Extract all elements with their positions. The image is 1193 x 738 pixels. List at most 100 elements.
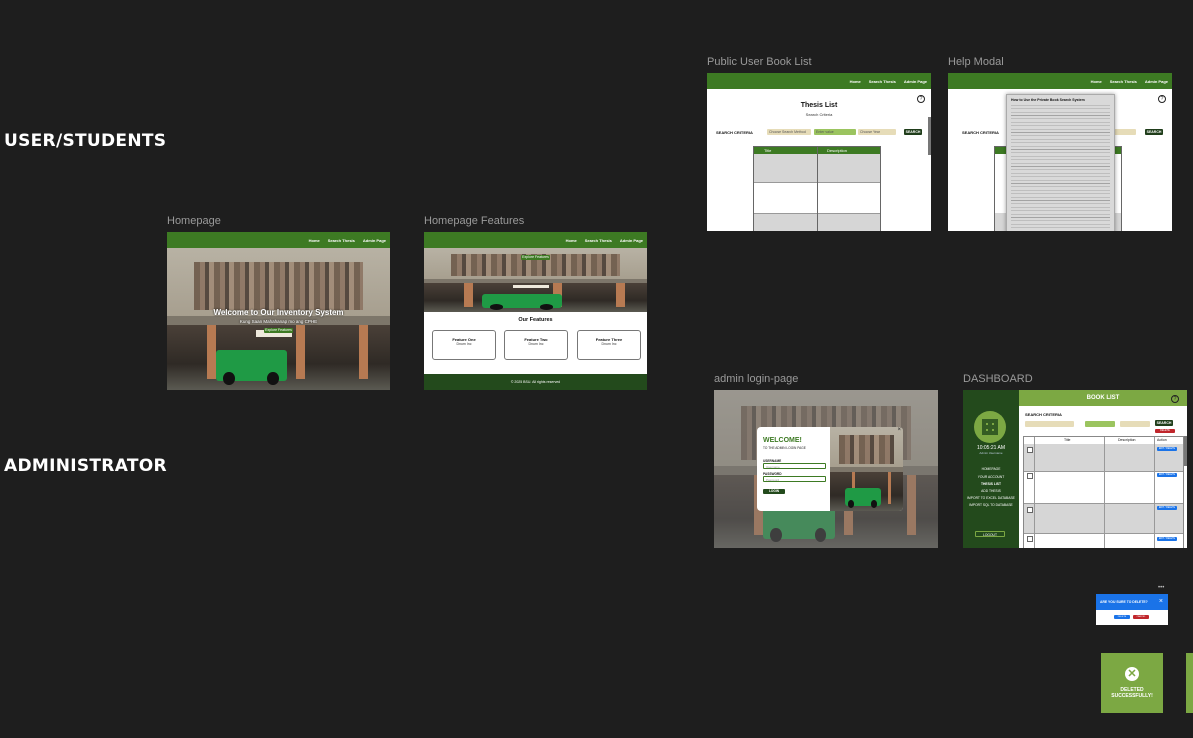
logout-button[interactable]: LOGOUT xyxy=(975,531,1005,537)
frame-handle-dots: ••• xyxy=(1158,585,1165,591)
search-criteria-label: SEARCH CRITERIA xyxy=(962,130,999,135)
homepage-frame[interactable]: Home Search Thesis Admin Page Welcome to… xyxy=(167,232,390,390)
admin-thesis-table: Title Description Action EDIT / DELETE E… xyxy=(1023,436,1184,548)
help-icon[interactable]: ? xyxy=(1171,395,1179,403)
scrollbar[interactable] xyxy=(1184,436,1187,466)
book-list-header: BOOK LIST xyxy=(1019,390,1187,406)
nav-admin-page[interactable]: Admin Page xyxy=(904,79,927,84)
confirm-delete-button[interactable]: DELETE xyxy=(1114,615,1130,619)
nav-home[interactable]: Home xyxy=(309,238,320,243)
column-title: Title xyxy=(1064,438,1071,442)
explore-features-button[interactable]: Explore Features xyxy=(264,328,293,333)
nav-admin-page[interactable]: Admin Page xyxy=(620,238,643,243)
sidebar-item-import-sql[interactable]: IMPORT SQL TO DATABASE xyxy=(963,503,1019,507)
section-user-students: USER/STUDENTS xyxy=(4,131,167,151)
features-heading: Our Features xyxy=(518,317,553,323)
login-button[interactable]: LOGIN xyxy=(763,489,785,494)
search-value-input[interactable]: Enter value xyxy=(814,129,856,135)
nav-home[interactable]: Home xyxy=(850,79,861,84)
column-title: Title xyxy=(764,148,772,153)
year-select[interactable] xyxy=(1114,129,1136,135)
help-modal-title: How to Use the Private Book Search Syste… xyxy=(1011,98,1085,102)
row-action-button[interactable]: EDIT / DELETE xyxy=(1157,537,1177,541)
frame-label-homepage: Homepage xyxy=(167,215,221,227)
logo-icon xyxy=(974,411,1006,443)
search-button[interactable]: SEARCH xyxy=(1145,129,1163,135)
features-frame[interactable]: Home Search Thesis Admin Page Explore Fe… xyxy=(424,232,647,390)
frame-label-help: Help Modal xyxy=(948,56,1004,68)
homepage-navbar: Home Search Thesis Admin Page xyxy=(167,232,390,248)
section-administrator: ADMINISTRATOR xyxy=(4,456,167,476)
row-action-button[interactable]: EDIT / DELETE xyxy=(1157,447,1177,451)
nav-search-thesis[interactable]: Search Thesis xyxy=(328,238,355,243)
frame-label-features: Homepage Features xyxy=(424,215,525,227)
feature-card-desc: Dnum Inc xyxy=(528,342,544,346)
dashboard-sidebar: 10:05:21 AM Admin Username HOMEPAGE YOUR… xyxy=(963,390,1019,548)
feature-card: Feature Three Dnum Inc xyxy=(577,330,641,360)
nav-home[interactable]: Home xyxy=(1091,79,1102,84)
help-modal[interactable]: How to Use the Private Book Search Syste… xyxy=(1006,94,1115,231)
year-select[interactable] xyxy=(1120,421,1150,427)
cancel-button[interactable]: CANCEL xyxy=(1133,615,1149,619)
features-navbar: Home Search Thesis Admin Page xyxy=(424,232,647,248)
password-input[interactable]: Password xyxy=(763,476,826,482)
help-navbar: Home Search Thesis Admin Page xyxy=(948,73,1172,89)
close-icon[interactable]: × xyxy=(1159,594,1163,610)
search-button[interactable]: SEARCH xyxy=(1155,420,1173,426)
search-value-input[interactable] xyxy=(1085,421,1115,427)
explore-features-button[interactable]: Explore Features xyxy=(521,255,550,260)
row-checkbox[interactable] xyxy=(1027,473,1033,479)
nav-admin-page[interactable]: Admin Page xyxy=(1145,79,1168,84)
sidebar-item-import-excel[interactable]: IMPORT TO EXCEL DATABASE xyxy=(963,496,1019,500)
nav-search-thesis[interactable]: Search Thesis xyxy=(1110,79,1137,84)
row-checkbox[interactable] xyxy=(1027,536,1033,542)
nav-admin-page[interactable]: Admin Page xyxy=(363,238,386,243)
close-icon[interactable]: × xyxy=(897,427,901,433)
help-frame[interactable]: Home Search Thesis Admin Page ? SEARCH C… xyxy=(948,73,1172,231)
frame-label-dashboard: DASHBOARD xyxy=(963,373,1033,385)
search-method-select[interactable]: Choose Search Method xyxy=(767,129,811,135)
username-input[interactable]: Username xyxy=(763,463,826,469)
toast-message: DELETED SUCCESSFULLY! xyxy=(1111,687,1153,699)
close-circle-icon: ✕ xyxy=(1125,667,1139,681)
scrollbar[interactable] xyxy=(928,117,931,155)
row-checkbox[interactable] xyxy=(1027,447,1033,453)
login-subtitle: TO THE ADMIN LOGIN PAGE xyxy=(763,446,806,450)
sidebar-item-add-thesis[interactable]: ADD THESIS xyxy=(963,489,1019,493)
search-method-select[interactable] xyxy=(1025,421,1074,427)
thesis-list-subtitle: Search Criteria xyxy=(805,112,833,117)
login-side-image xyxy=(830,427,903,511)
help-icon[interactable]: ? xyxy=(1158,95,1166,103)
feature-card: Feature Two Dnum Inc xyxy=(504,330,568,360)
column-description: Description xyxy=(827,148,848,153)
login-modal: WELCOME! TO THE ADMIN LOGIN PAGE USERNAM… xyxy=(757,427,903,511)
next-toast-frame-edge xyxy=(1186,653,1193,713)
column-description: Description xyxy=(1118,438,1136,442)
sidebar-item-account[interactable]: YOUR ACCOUNT xyxy=(963,475,1019,479)
footer: © 2025 BSU. All rights reserved xyxy=(424,374,647,390)
admin-username: Admin Username xyxy=(979,451,1003,455)
thesis-table: Title Description xyxy=(753,146,881,231)
nav-home[interactable]: Home xyxy=(566,238,577,243)
booklist-frame[interactable]: Home Search Thesis Admin Page ? Thesis L… xyxy=(707,73,931,231)
year-select[interactable]: Choose Year xyxy=(858,129,896,135)
row-checkbox[interactable] xyxy=(1027,507,1033,513)
sidebar-item-homepage[interactable]: HOMEPAGE xyxy=(963,467,1019,471)
thesis-list-title: Thesis List xyxy=(800,102,838,109)
delete-confirm-dialog[interactable]: ARE YOU SURE TO DELETE? × DELETE CANCEL xyxy=(1096,594,1168,625)
nav-search-thesis[interactable]: Search Thesis xyxy=(585,238,612,243)
login-welcome: WELCOME! xyxy=(763,437,802,444)
search-button[interactable]: SEARCH xyxy=(904,129,922,135)
nav-search-thesis[interactable]: Search Thesis xyxy=(869,79,896,84)
hero-subtitle: Kung Saan Mahahanap mo ang CPHE xyxy=(239,319,318,324)
login-frame[interactable]: WELCOME! TO THE ADMIN LOGIN PAGE USERNAM… xyxy=(714,390,938,548)
delete-selected-button[interactable]: DELETE SELECTED xyxy=(1155,429,1175,436)
feature-card-desc: Dnum Inc xyxy=(456,342,472,346)
help-modal-body xyxy=(1011,103,1110,231)
row-action-button[interactable]: EDIT / DELETE xyxy=(1157,506,1177,510)
frame-label-login: admin login-page xyxy=(714,373,799,385)
search-criteria-label: SEARCH CRITERIA xyxy=(716,130,753,135)
row-action-button[interactable]: EDIT / DELETE xyxy=(1157,473,1177,477)
dashboard-frame[interactable]: 10:05:21 AM Admin Username HOMEPAGE YOUR… xyxy=(963,390,1187,548)
sidebar-item-thesis-list[interactable]: THESIS LIST xyxy=(963,482,1019,486)
